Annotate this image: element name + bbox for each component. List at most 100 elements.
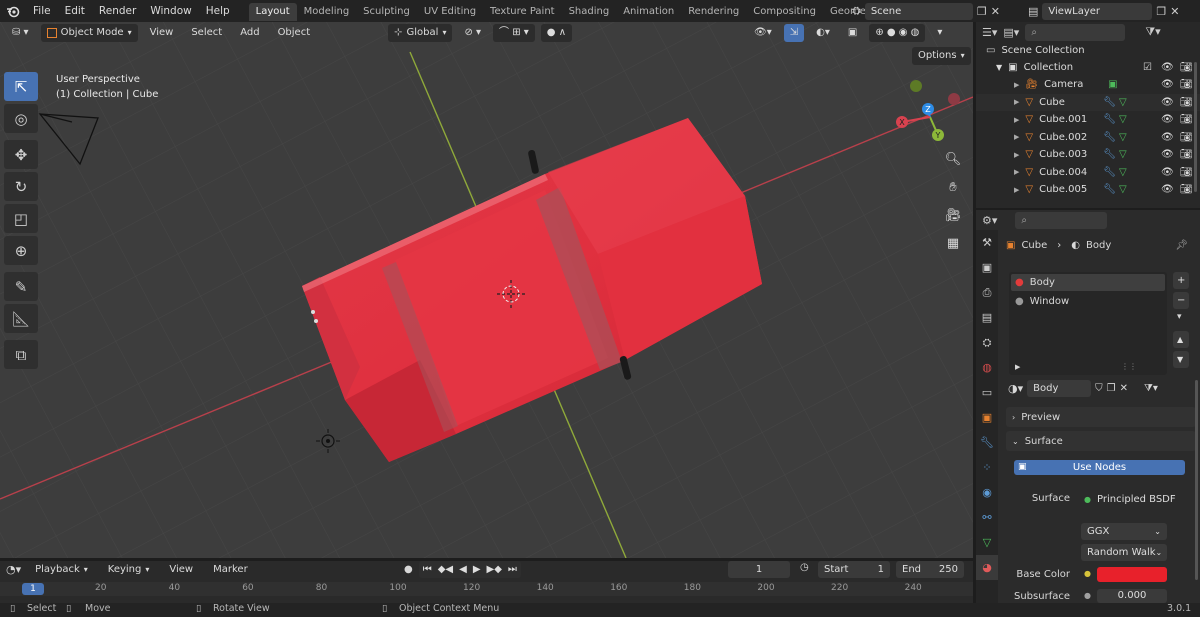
tab-animation[interactable]: Animation	[616, 3, 681, 21]
menu-view[interactable]: View	[144, 24, 180, 42]
camera-render-icon[interactable]: 📷︎	[1180, 114, 1193, 125]
modifier-tab-icon[interactable]: 🔧︎	[976, 430, 998, 455]
breadcrumb-object[interactable]: Cube	[1021, 240, 1047, 251]
play-reverse-icon[interactable]: ◀	[459, 561, 467, 578]
outliner-item-cube[interactable]: ▶ ▽ Cube 🔧︎ ▽ 👁︎ 📷︎	[976, 93, 1200, 111]
end-frame-field[interactable]: End 250	[896, 561, 964, 578]
scene-selector[interactable]: ⛭ Scene ❐ ✕	[852, 2, 1020, 20]
filter-icon[interactable]: ⧩▾	[1145, 25, 1160, 39]
move-slot-up-icon[interactable]: ▲	[1173, 331, 1190, 348]
remove-slot-icon[interactable]: −	[1173, 292, 1190, 309]
breadcrumb-material[interactable]: Body	[1086, 240, 1111, 251]
outliner-display-mode-icon[interactable]: ▤▾	[1003, 26, 1019, 39]
playback-controls[interactable]: ⏮ ◆◀ ◀ ▶ ▶◆ ⏭	[418, 561, 521, 578]
play-icon[interactable]: ▶	[473, 561, 481, 578]
mode-selector[interactable]: Object Mode ▾	[40, 24, 138, 42]
tab-rendering[interactable]: Rendering	[681, 3, 746, 21]
pivot-icon[interactable]: ⊘ ▾	[458, 24, 487, 42]
tab-sculpting[interactable]: Sculpting	[356, 3, 417, 21]
material-slot-window[interactable]: ● Window	[1011, 293, 1165, 310]
collection-row[interactable]: ▼ ▣ Collection ☑ 👁︎ 📷︎	[976, 59, 1200, 76]
menu-window[interactable]: Window	[143, 0, 198, 22]
add-slot-icon[interactable]: +	[1173, 272, 1190, 289]
camera-render-icon[interactable]: 📷︎	[1180, 184, 1193, 195]
checkbox-icon[interactable]: ☑	[1143, 62, 1152, 73]
tab-shading[interactable]: Shading	[562, 3, 617, 21]
expand-arrow-icon[interactable]: ▶	[1014, 168, 1019, 176]
camera-render-icon[interactable]: 📷︎	[1180, 167, 1193, 178]
current-frame-field[interactable]: 1	[728, 561, 790, 578]
move-tool-icon[interactable]: ✥	[4, 140, 38, 169]
eye-icon[interactable]: 👁︎	[1161, 62, 1174, 73]
tab-modeling[interactable]: Modeling	[297, 3, 357, 21]
outliner-item-cube-004[interactable]: ▶ ▽ Cube.004 🔧︎ ▽ 👁︎ 📷︎	[976, 164, 1200, 181]
delete-view-layer-icon[interactable]: ✕	[1170, 5, 1179, 18]
rotate-tool-icon[interactable]: ↻	[4, 172, 38, 201]
outliner-item-cube-003[interactable]: ▶ ▽ Cube.003 🔧︎ ▽ 👁︎ 📷︎	[976, 146, 1200, 163]
jump-start-icon[interactable]: ⏮	[423, 561, 432, 578]
outliner-item-cube-005[interactable]: ▶ ▽ Cube.005 🔧︎ ▽ 👁︎ 📷︎	[976, 181, 1200, 198]
subsurface-value-field[interactable]: 0.000	[1097, 589, 1167, 603]
overlay-icon[interactable]: ◐▾	[810, 24, 836, 42]
preview-section-header[interactable]: › Preview	[1006, 407, 1196, 427]
menu-help[interactable]: Help	[199, 0, 237, 22]
grid-perspective-icon[interactable]: ▦	[942, 232, 964, 254]
world-tab-icon[interactable]: ◍	[976, 355, 998, 380]
distribution-dropdown[interactable]: GGX ⌄	[1081, 523, 1167, 540]
next-key-icon[interactable]: ▶◆	[487, 561, 502, 578]
socket-dot-icon[interactable]: ●	[1084, 495, 1091, 504]
view-layer-name-field[interactable]: ViewLayer	[1042, 2, 1153, 20]
zoom-icon[interactable]: 🔍︎	[942, 148, 964, 170]
select-box-tool-icon[interactable]: ⇱	[4, 72, 38, 101]
link-type-icon[interactable]: ⧩▾	[1144, 383, 1158, 394]
expand-arrow-icon[interactable]: ▶	[1014, 186, 1019, 194]
menu-object[interactable]: Object	[272, 24, 317, 42]
camera-render-icon[interactable]: 📷︎	[1180, 97, 1193, 108]
menu-file[interactable]: File	[26, 0, 58, 22]
pin-icon[interactable]: 📌︎	[1175, 240, 1188, 251]
measure-tool-icon[interactable]: 📐︎	[4, 304, 38, 333]
eye-icon[interactable]: 👁︎	[1161, 79, 1174, 90]
eye-icon[interactable]: 👁︎	[1161, 132, 1174, 143]
transform-tool-icon[interactable]: ⊕	[4, 236, 38, 265]
current-frame-marker[interactable]: 1	[22, 583, 44, 595]
blender-logo-icon[interactable]	[0, 0, 26, 22]
snap-icon[interactable]: ⌒ ⊞ ▾	[493, 24, 535, 42]
tab-texture-paint[interactable]: Texture Paint	[483, 3, 562, 21]
properties-search-input[interactable]: ⌕	[1015, 211, 1108, 229]
view-layer-tab-icon[interactable]: ▤	[976, 305, 998, 330]
outliner-item-cube-001[interactable]: ▶ ▽ Cube.001 🔧︎ ▽ 👁︎ 📷︎	[976, 111, 1200, 128]
visibility-icon[interactable]: 👁︎▾	[748, 24, 778, 42]
physics-tab-icon[interactable]: ◉	[976, 480, 998, 505]
start-frame-field[interactable]: Start 1	[818, 561, 890, 578]
surface-shader-field[interactable]: Principled BSDF	[1097, 491, 1176, 508]
menu-keying[interactable]: Keying ▾	[102, 561, 156, 579]
record-icon[interactable]: ●	[404, 564, 413, 575]
scene-tab-icon[interactable]: ⛭	[976, 330, 998, 355]
menu-render[interactable]: Render	[92, 0, 143, 22]
subsurface-method-dropdown[interactable]: Random Walk ⌄	[1081, 544, 1167, 561]
expand-arrow-icon[interactable]: ▶	[1014, 151, 1019, 159]
slot-list-expand-icon[interactable]: ▶	[1015, 363, 1020, 371]
camera-render-icon[interactable]: 📷︎	[1180, 62, 1193, 73]
expand-arrow-icon[interactable]: ▼	[996, 63, 1002, 72]
use-nodes-button[interactable]: ▣ Use Nodes	[1014, 460, 1185, 475]
data-tab-icon[interactable]: ▽	[976, 530, 998, 555]
annotate-tool-icon[interactable]: ✎	[4, 272, 38, 301]
tool-tab-icon[interactable]: ⚒	[976, 230, 998, 255]
move-slot-down-icon[interactable]: ▼	[1173, 351, 1190, 368]
delete-scene-icon[interactable]: ✕	[991, 5, 1000, 18]
tab-compositing[interactable]: Compositing	[746, 3, 823, 21]
orientation-selector[interactable]: ⊹ Global ▾	[388, 24, 453, 42]
menu-add[interactable]: Add	[234, 24, 265, 42]
object-tab-icon[interactable]: ▣	[976, 405, 998, 430]
socket-dot-icon[interactable]: ●	[1084, 569, 1091, 578]
outliner-scrollbar[interactable]	[1194, 62, 1197, 192]
menu-playback[interactable]: Playback ▾	[29, 561, 94, 579]
scene-name-field[interactable]: Scene	[864, 2, 973, 20]
material-tab-icon[interactable]: ◕	[976, 555, 998, 580]
tab-uv-editing[interactable]: UV Editing	[417, 3, 483, 21]
cursor-tool-icon[interactable]: ◎	[4, 104, 38, 133]
expand-arrow-icon[interactable]: ▶	[1014, 98, 1019, 106]
menu-marker[interactable]: Marker	[207, 561, 254, 579]
